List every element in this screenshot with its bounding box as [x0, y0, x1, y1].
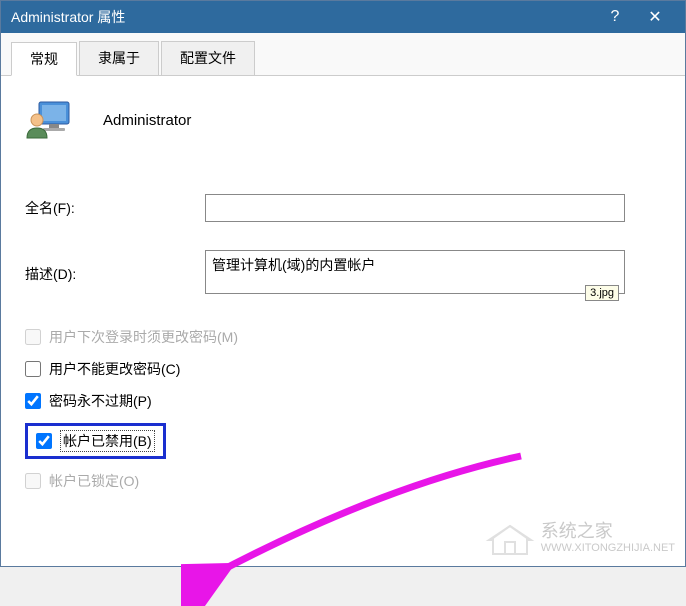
fullname-label: 全名(F):	[25, 198, 205, 218]
checkbox-must-change-password: 用户下次登录时须更改密码(M)	[25, 327, 661, 347]
user-monitor-icon	[25, 96, 73, 144]
user-header: Administrator	[25, 96, 661, 144]
content-panel: Administrator 全名(F): 描述(D): 管理计算机(域)的内置帐…	[1, 76, 685, 566]
fullname-input[interactable]	[205, 194, 625, 222]
checkbox-password-never-expires-label: 密码永不过期(P)	[49, 391, 152, 411]
checkbox-account-disabled-label: 帐户已禁用(B)	[60, 430, 155, 452]
checkbox-account-locked-input	[25, 473, 41, 489]
checkbox-group: 用户下次登录时须更改密码(M) 用户不能更改密码(C) 密码永不过期(P) 帐户…	[25, 327, 661, 491]
checkbox-cannot-change-password[interactable]: 用户不能更改密码(C)	[25, 359, 661, 379]
close-button[interactable]: ✕	[635, 7, 675, 27]
checkbox-cannot-change-password-input[interactable]	[25, 361, 41, 377]
checkbox-cannot-change-password-label: 用户不能更改密码(C)	[49, 359, 180, 379]
tab-member-of[interactable]: 隶属于	[79, 41, 159, 75]
help-button[interactable]: ?	[595, 8, 635, 26]
tab-profile[interactable]: 配置文件	[161, 41, 255, 75]
watermark-url: WWW.XITONGZHIJIA.NET	[541, 542, 675, 555]
titlebar: Administrator 属性 ? ✕	[1, 1, 685, 33]
checkbox-password-never-expires[interactable]: 密码永不过期(P)	[25, 391, 661, 411]
tab-general[interactable]: 常规	[11, 42, 77, 76]
watermark: 系统之家 WWW.XITONGZHIJIA.NET	[485, 518, 675, 558]
checkbox-must-change-password-label: 用户下次登录时须更改密码(M)	[49, 327, 238, 347]
user-name-label: Administrator	[103, 112, 191, 129]
description-row: 描述(D): 管理计算机(域)的内置帐户 3.jpg	[25, 250, 661, 297]
fullname-row: 全名(F):	[25, 194, 661, 222]
tab-strip: 常规 隶属于 配置文件	[1, 33, 685, 76]
checkbox-account-locked-label: 帐户已锁定(O)	[49, 471, 139, 491]
checkbox-account-disabled-row: 帐户已禁用(B)	[25, 423, 661, 459]
description-label: 描述(D):	[25, 264, 205, 284]
checkbox-must-change-password-input	[25, 329, 41, 345]
highlight-account-disabled: 帐户已禁用(B)	[25, 423, 166, 459]
checkbox-account-disabled-input[interactable]	[36, 433, 52, 449]
checkbox-account-locked: 帐户已锁定(O)	[25, 471, 661, 491]
jpg-tooltip: 3.jpg	[585, 285, 619, 301]
watermark-name: 系统之家	[541, 521, 675, 543]
description-input[interactable]: 管理计算机(域)的内置帐户	[205, 250, 625, 294]
window-title: Administrator 属性	[11, 7, 595, 27]
properties-window: Administrator 属性 ? ✕ 常规 隶属于 配置文件 Adminis…	[0, 0, 686, 567]
checkbox-password-never-expires-input[interactable]	[25, 393, 41, 409]
watermark-logo-icon	[485, 518, 535, 558]
